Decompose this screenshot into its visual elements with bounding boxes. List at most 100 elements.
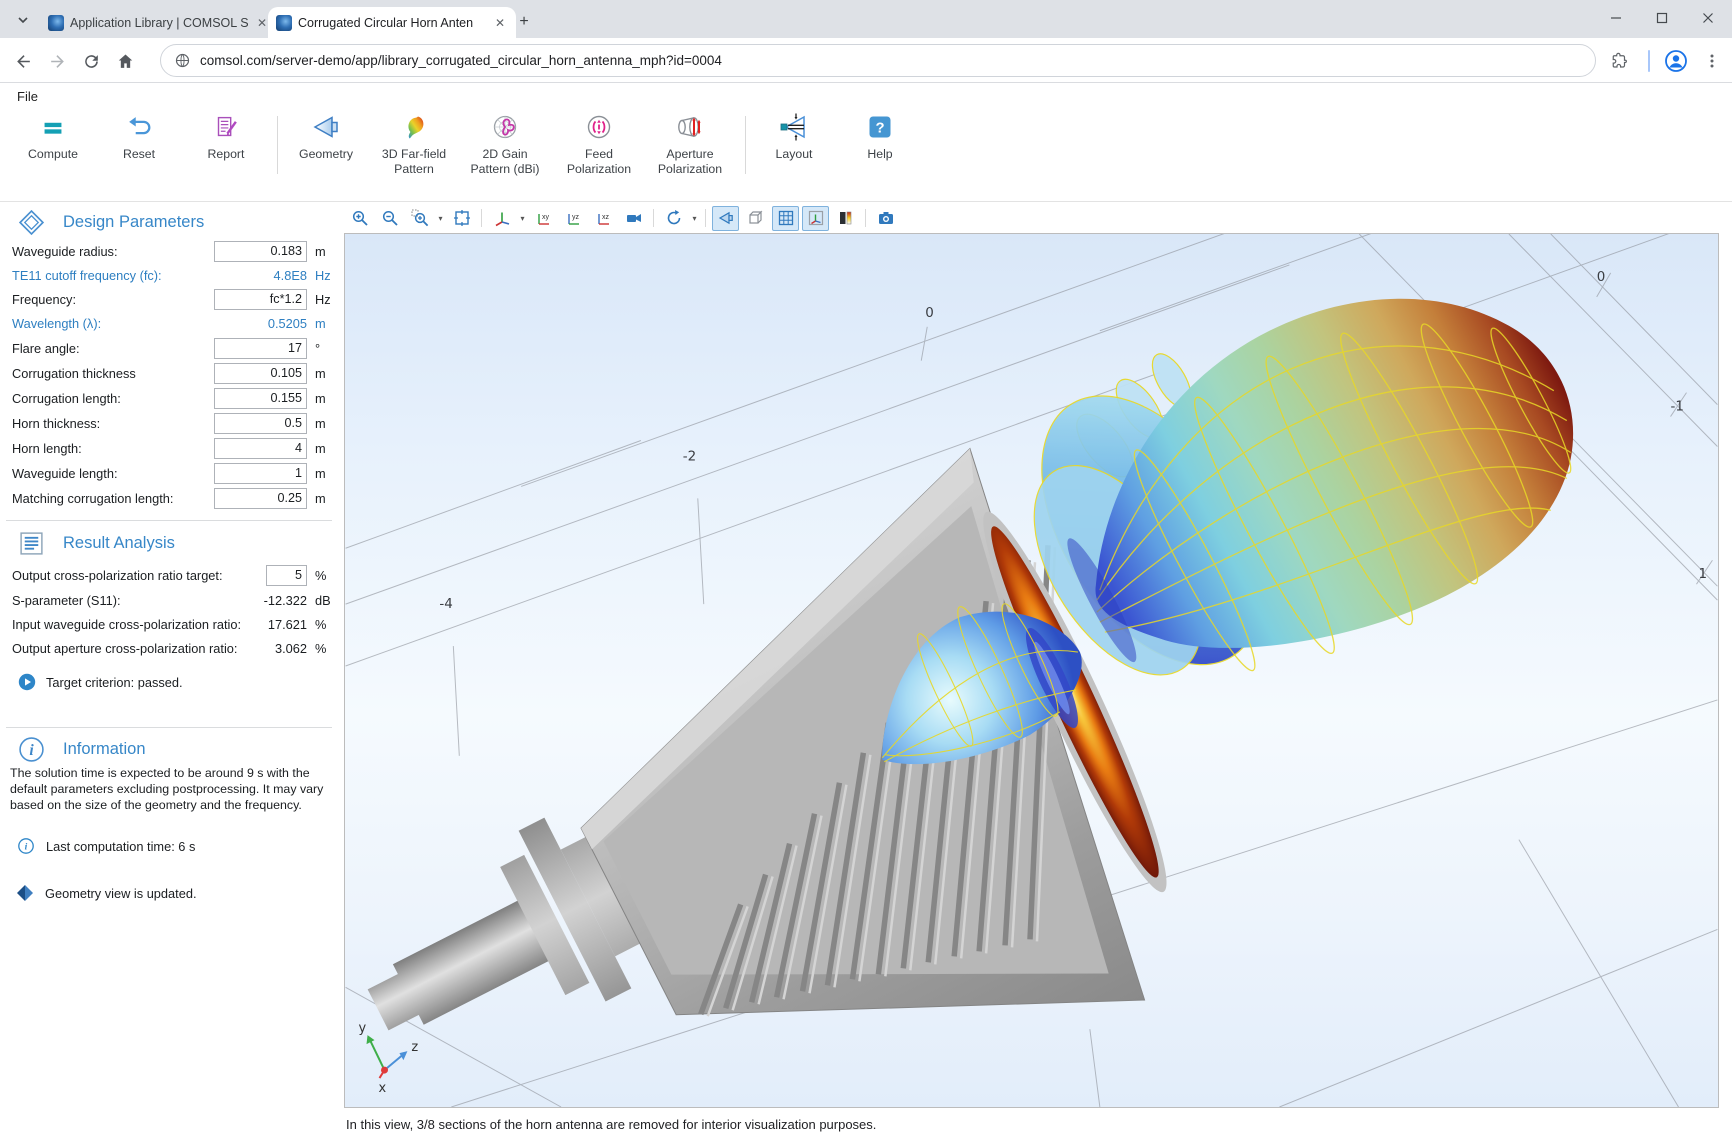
color-legend-icon <box>837 209 855 227</box>
close-window-button[interactable] <box>1687 4 1729 32</box>
zoom-in-button[interactable] <box>346 206 373 231</box>
geometry-button[interactable]: Geometry <box>281 107 371 183</box>
rotate-view-button[interactable] <box>660 206 687 231</box>
section-title: Design Parameters <box>63 213 204 232</box>
back-icon <box>14 52 33 71</box>
zoom-extents-button[interactable] <box>448 206 475 231</box>
horn-length-input[interactable] <box>214 438 307 459</box>
show-axes-button[interactable] <box>802 206 829 231</box>
graphics-view[interactable]: 0 -2 -4 0 -1 1 y z x <box>344 233 1719 1108</box>
cross-polarization-target-input[interactable] <box>266 565 307 586</box>
frequency-input[interactable] <box>214 289 307 310</box>
forward-button[interactable] <box>44 48 70 74</box>
far-field-3d-icon <box>398 111 430 143</box>
minimize-button[interactable] <box>1595 4 1637 32</box>
transparency-button[interactable] <box>742 206 769 231</box>
axis-tick: -1 <box>1671 400 1684 415</box>
status-text: Target criterion: passed. <box>46 675 183 690</box>
tab-application-library[interactable]: Application Library | COMSOL S ✕ <box>40 7 278 38</box>
maximize-button[interactable] <box>1641 4 1683 32</box>
corrugation-thickness-input[interactable] <box>214 363 307 384</box>
toolbar-separator <box>653 209 654 227</box>
aperture-polarization-button[interactable]: Aperture Polarization <box>645 107 735 183</box>
matching-corrugation-length-input[interactable] <box>214 488 307 509</box>
aperture-polarization-icon <box>673 111 707 143</box>
view-xy-button[interactable]: xy <box>530 206 557 231</box>
tab-horn-antenna[interactable]: Corrugated Circular Horn Anten ✕ <box>268 7 516 38</box>
address-bar[interactable]: comsol.com/server-demo/app/library_corru… <box>160 44 1596 77</box>
orientation-triad: y z x <box>359 1021 419 1096</box>
gain-2d-button[interactable]: 2D Gain Pattern (dBi) <box>460 107 550 183</box>
layout-button[interactable]: Layout <box>749 107 839 183</box>
last-computation-status: i Last computation time: 6 s <box>18 838 195 854</box>
wavelength-value: 0.5205 <box>160 316 307 331</box>
reload-button[interactable] <box>78 48 104 74</box>
view-yz-button[interactable]: yz <box>560 206 587 231</box>
report-button[interactable]: Report <box>181 107 271 183</box>
zoom-box-dropdown[interactable]: ▾ <box>436 214 445 223</box>
rotate-view-dropdown[interactable]: ▾ <box>690 214 699 223</box>
feed-polarization-button[interactable]: Feed Polarization <box>554 107 644 183</box>
corrugation-length-input[interactable] <box>214 388 307 409</box>
default-view-icon <box>493 209 511 227</box>
reset-button[interactable]: Reset <box>94 107 184 183</box>
geometry-horn-icon <box>310 111 342 143</box>
triad-label-x: x <box>378 1081 386 1096</box>
zoom-out-button[interactable] <box>376 206 403 231</box>
waveguide-length-input[interactable] <box>214 463 307 484</box>
projection-button[interactable] <box>620 206 647 231</box>
tab-search-button[interactable] <box>8 9 38 31</box>
svg-text:xz: xz <box>602 214 610 221</box>
result-row: Output aperture cross-polarization ratio… <box>0 636 336 660</box>
tab-title: Corrugated Circular Horn Anten <box>298 16 486 30</box>
default-view-dropdown[interactable]: ▾ <box>518 214 527 223</box>
color-legend-button[interactable] <box>832 206 859 231</box>
information-text: The solution time is expected to be arou… <box>10 765 324 813</box>
back-button[interactable] <box>10 48 36 74</box>
comsol-favicon <box>276 15 292 31</box>
param-row: Horn length:m <box>0 436 336 460</box>
toolbar-separator <box>705 209 706 227</box>
snapshot-button[interactable] <box>872 206 899 231</box>
param-row: Horn thickness:m <box>0 411 336 435</box>
section-divider <box>6 727 332 728</box>
new-tab-button[interactable]: + <box>512 10 536 34</box>
site-info-icon <box>175 53 190 68</box>
horn-thickness-input[interactable] <box>214 413 307 434</box>
grid-button[interactable] <box>772 206 799 231</box>
compute-button[interactable]: Compute <box>8 107 98 183</box>
param-row: Corrugation thicknessm <box>0 361 336 385</box>
axis-tick: 0 <box>925 306 934 321</box>
extensions-button[interactable] <box>1606 47 1634 75</box>
te11-cutoff-value: 4.8E8 <box>160 268 307 283</box>
profile-button[interactable] <box>1662 47 1690 75</box>
status-text: Last computation time: 6 s <box>46 839 195 854</box>
home-button[interactable] <box>112 48 138 74</box>
waveguide-radius-input[interactable] <box>214 241 307 262</box>
design-parameters-icon <box>18 209 45 236</box>
flare-angle-input[interactable] <box>214 338 307 359</box>
show-axes-icon <box>807 209 825 227</box>
zoom-box-icon <box>411 209 429 227</box>
help-button[interactable]: ? Help <box>835 107 925 183</box>
param-row: Flare angle:° <box>0 336 336 360</box>
show-geometry-button[interactable] <box>712 206 739 231</box>
browser-menu-button[interactable] <box>1698 47 1726 75</box>
design-parameters-header: Design Parameters <box>0 208 336 236</box>
axis-tick: 1 <box>1698 567 1707 582</box>
geometry-updated-status: Geometry view is updated. <box>16 884 197 902</box>
file-menu[interactable]: File <box>13 87 42 106</box>
info-badge-icon: i <box>18 838 34 854</box>
svg-text:yz: yz <box>572 214 580 221</box>
zoom-box-button[interactable] <box>406 206 433 231</box>
zoom-extents-icon <box>453 209 471 227</box>
view-caption: In this view, 3/8 sections of the horn a… <box>346 1117 876 1132</box>
axis-tick: -4 <box>439 597 452 612</box>
result-row: Input waveguide cross-polarization ratio… <box>0 612 336 636</box>
param-row: Frequency:Hz <box>0 287 336 311</box>
view-xz-button[interactable]: xz <box>590 206 617 231</box>
far-field-3d-button[interactable]: 3D Far-field Pattern <box>369 107 459 183</box>
default-view-button[interactable] <box>488 206 515 231</box>
tab-close-icon[interactable]: ✕ <box>492 15 508 31</box>
zoom-in-icon <box>351 209 369 227</box>
